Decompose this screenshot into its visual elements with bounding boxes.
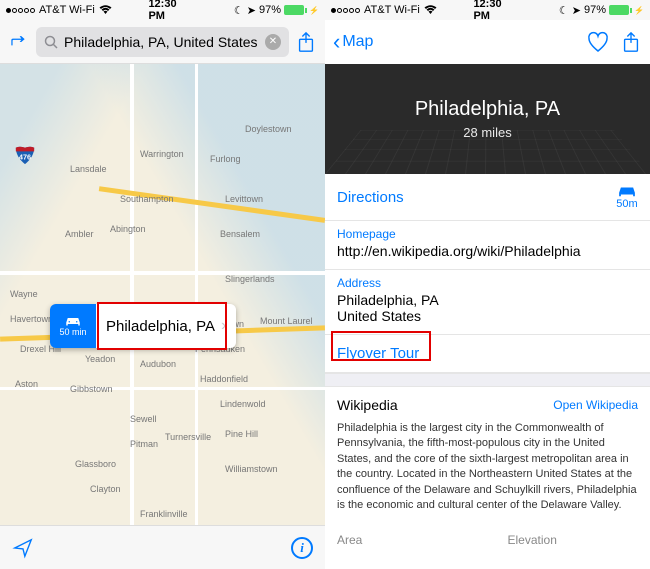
- map-canvas[interactable]: 476 Lansdale Warrington Furlong Doylesto…: [0, 64, 325, 525]
- wikipedia-heading: Wikipedia: [337, 397, 398, 413]
- town-label: Levittown: [225, 194, 263, 204]
- locate-button[interactable]: [12, 537, 34, 559]
- signal-icon: [331, 8, 360, 13]
- town-label: Clayton: [90, 484, 121, 494]
- highway-shield-icon: 476: [14, 144, 36, 166]
- town-label: Mount Laurel: [260, 316, 313, 326]
- town-label: Aston: [15, 379, 38, 389]
- back-label: Map: [342, 33, 373, 51]
- detail-screen: AT&T Wi-Fi 12:30 PM ☾ ➤ 97% ⚡ ‹ Map: [325, 0, 650, 569]
- town-label: Gibbstown: [70, 384, 113, 394]
- directions-label: Directions: [337, 189, 404, 206]
- open-wikipedia-link[interactable]: Open Wikipedia: [553, 398, 638, 412]
- drive-eta: 50 min: [59, 327, 86, 337]
- status-bar: AT&T Wi-Fi 12:30 PM ☾ ➤ 97% ⚡: [0, 0, 325, 20]
- wifi-icon: [424, 5, 437, 15]
- search-input[interactable]: ✕: [36, 27, 289, 57]
- directions-button[interactable]: [8, 32, 30, 52]
- address-value[interactable]: Philadelphia, PA United States: [325, 292, 650, 335]
- location-arrow-icon: ➤: [247, 4, 256, 17]
- drive-eta-button[interactable]: 50 min: [50, 304, 96, 348]
- info-button[interactable]: i: [291, 537, 313, 559]
- share-button[interactable]: [620, 31, 642, 53]
- location-arrow-icon: ➤: [572, 4, 581, 17]
- town-label: Lindenwold: [220, 399, 266, 409]
- town-label: Bensalem: [220, 229, 260, 239]
- homepage-link[interactable]: http://en.wikipedia.org/wiki/Philadelphi…: [325, 243, 650, 270]
- carrier-label: AT&T Wi-Fi: [39, 4, 95, 16]
- car-icon: [616, 184, 638, 198]
- directions-row[interactable]: Directions 50m: [325, 174, 650, 221]
- area-label: Area: [337, 533, 468, 547]
- nav-bar: ✕: [0, 20, 325, 64]
- town-label: Southampton: [120, 194, 174, 204]
- town-label: Havertown: [10, 314, 53, 324]
- town-label: Pine Hill: [225, 429, 258, 439]
- moon-icon: ☾: [559, 4, 569, 17]
- signal-icon: [6, 8, 35, 13]
- battery-icon: ⚡: [609, 5, 644, 15]
- chevron-right-icon: ›: [221, 317, 226, 335]
- town-label: Wayne: [10, 289, 38, 299]
- clear-button[interactable]: ✕: [265, 34, 281, 50]
- battery-pct: 97%: [584, 4, 606, 16]
- hero-distance: 28 miles: [463, 125, 511, 140]
- callout-title: Philadelphia, PA: [106, 318, 215, 335]
- detail-body[interactable]: Directions 50m Homepage http://en.wikipe…: [325, 174, 650, 569]
- town-label: Haddonfield: [200, 374, 248, 384]
- clock: 12:30 PM: [148, 0, 176, 22]
- bottom-toolbar: i: [0, 525, 325, 569]
- svg-text:476: 476: [19, 153, 31, 162]
- town-label: Glassboro: [75, 459, 116, 469]
- map-screen: AT&T Wi-Fi 12:30 PM ☾ ➤ 97% ⚡ ✕ 476: [0, 0, 325, 569]
- carrier-label: AT&T Wi-Fi: [364, 4, 420, 16]
- town-label: Turnersville: [165, 432, 211, 442]
- address-label: Address: [325, 270, 650, 292]
- elevation-label: Elevation: [508, 533, 639, 547]
- town-label: Doylestown: [245, 124, 292, 134]
- hero-title: Philadelphia, PA: [415, 98, 560, 121]
- nav-bar: ‹ Map: [325, 20, 650, 64]
- town-label: Pitman: [130, 439, 158, 449]
- town-label: Furlong: [210, 154, 241, 164]
- homepage-label: Homepage: [325, 221, 650, 243]
- share-button[interactable]: [295, 31, 317, 53]
- town-label: Slingerlands: [225, 274, 275, 284]
- town-label: Ambler: [65, 229, 94, 239]
- town-label: Franklinville: [140, 509, 188, 519]
- town-label: Lansdale: [70, 164, 107, 174]
- drive-mode-button[interactable]: 50m: [616, 184, 638, 210]
- wifi-icon: [99, 5, 112, 15]
- chevron-left-icon: ‹: [333, 31, 340, 53]
- town-label: Warrington: [140, 149, 184, 159]
- clock: 12:30 PM: [473, 0, 501, 22]
- back-button[interactable]: ‹ Map: [333, 31, 373, 53]
- town-label: Sewell: [130, 414, 157, 424]
- moon-icon: ☾: [234, 4, 244, 17]
- flyover-tour-button[interactable]: Flyover Tour: [325, 335, 650, 373]
- stats-row: Area Elevation: [325, 525, 650, 555]
- hero-banner: Philadelphia, PA 28 miles: [325, 64, 650, 174]
- favorite-button[interactable]: [586, 30, 610, 54]
- town-label: Williamstown: [225, 464, 278, 474]
- search-icon: [44, 35, 58, 49]
- town-label: Audubon: [140, 359, 176, 369]
- drive-eta: 50m: [616, 198, 637, 210]
- battery-pct: 97%: [259, 4, 281, 16]
- battery-icon: ⚡: [284, 5, 319, 15]
- wikipedia-excerpt: Philadelphia is the largest city in the …: [325, 417, 650, 525]
- car-icon: [64, 315, 82, 327]
- town-label: Yeadon: [85, 354, 115, 364]
- status-bar: AT&T Wi-Fi 12:30 PM ☾ ➤ 97% ⚡: [325, 0, 650, 20]
- place-callout[interactable]: 50 min Philadelphia, PA ›: [50, 304, 236, 348]
- town-label: Abington: [110, 224, 146, 234]
- search-field[interactable]: [64, 34, 259, 50]
- section-spacer: [325, 373, 650, 387]
